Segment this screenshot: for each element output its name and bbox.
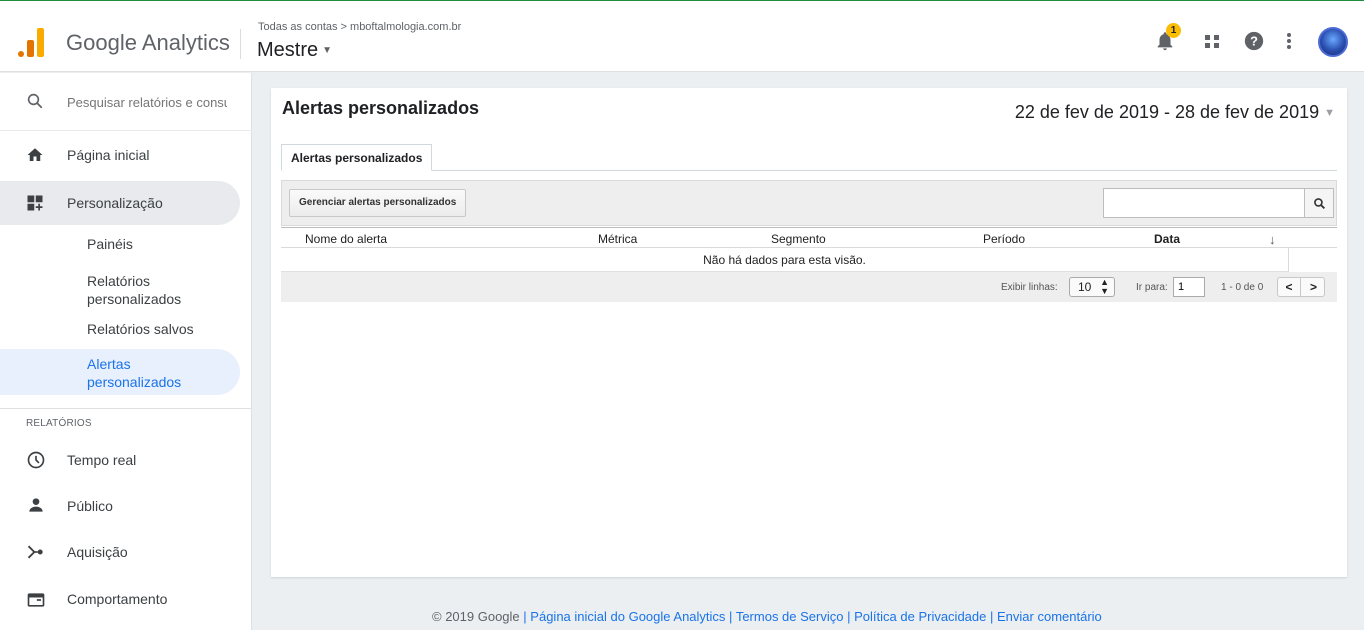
- sidebar-subitem-label: Relatórios salvos: [87, 321, 194, 337]
- sidebar-subitem-custom-reports[interactable]: Relatórios personalizados: [0, 269, 240, 311]
- left-sidebar: Página inicial Personalização Painéis Re…: [0, 73, 252, 630]
- account-avatar[interactable]: [1318, 27, 1348, 57]
- more-vert-icon: [1287, 33, 1291, 49]
- table-search-input[interactable]: [1103, 188, 1305, 218]
- notifications-button[interactable]: 1: [1154, 23, 1181, 55]
- tab-divider: [281, 170, 1337, 171]
- goto-page-label: Ir para:: [1136, 282, 1168, 293]
- help-button[interactable]: ?: [1243, 29, 1265, 55]
- rows-per-page-label: Exibir linhas:: [1001, 282, 1058, 293]
- footer-separator: |: [729, 609, 733, 624]
- sidebar-subitem-dashboards[interactable]: Painéis: [0, 229, 240, 257]
- sort-descending-icon[interactable]: ↓: [1269, 232, 1276, 247]
- customization-icon: [27, 195, 43, 211]
- sidebar-item-customization[interactable]: Personalização: [0, 181, 240, 225]
- sidebar-item-audience[interactable]: Público: [0, 489, 240, 523]
- view-name: Mestre: [257, 39, 319, 61]
- table-toolbar: Gerenciar alertas personalizados: [281, 180, 1337, 226]
- apps-button[interactable]: [1203, 29, 1223, 55]
- empty-table-message: Não há dados para esta visão.: [281, 248, 1288, 272]
- sidebar-item-label: Comportamento: [67, 591, 168, 607]
- sidebar-item-label: Tempo real: [67, 452, 137, 468]
- page-footer: © 2019 Google | Página inicial do Google…: [432, 609, 1102, 624]
- sidebar-divider: [0, 408, 252, 409]
- label-line1: Relatórios: [87, 273, 151, 289]
- acquisition-icon: [27, 545, 43, 559]
- sidebar-item-realtime[interactable]: Tempo real: [0, 443, 240, 477]
- copyright-text: © 2019 Google: [432, 609, 520, 624]
- search-icon: [1314, 198, 1326, 210]
- main-content-card: Alertas personalizados 22 de fev de 2019…: [271, 88, 1347, 577]
- sidebar-subitem-custom-alerts[interactable]: Alertas personalizados: [0, 349, 240, 395]
- sidebar-item-label: Público: [67, 498, 113, 514]
- sidebar-subitem-saved-reports[interactable]: Relatórios salvos: [0, 315, 240, 343]
- column-header-date[interactable]: Data: [1154, 232, 1180, 246]
- search-icon: [27, 93, 43, 109]
- rows-per-page-select[interactable]: 10 ▲ ▼: [1069, 277, 1115, 297]
- home-icon: [27, 148, 43, 161]
- footer-separator: |: [847, 609, 851, 624]
- footer-link-terms[interactable]: Termos de Serviço: [736, 609, 844, 624]
- sidebar-item-behavior[interactable]: Comportamento: [0, 583, 240, 617]
- top-header: Google Analytics Todas as contas > mboft…: [0, 0, 1364, 72]
- spinner-arrows-icon: ▲ ▼: [1100, 277, 1109, 296]
- svg-text:?: ?: [1250, 34, 1258, 49]
- rows-per-page-value: 10: [1078, 280, 1092, 294]
- search-input[interactable]: [67, 95, 227, 110]
- reports-section-label: RELATÓRIOS: [26, 418, 92, 429]
- brand-name[interactable]: Google Analytics: [66, 30, 230, 56]
- sidebar-item-home[interactable]: Página inicial: [0, 135, 240, 175]
- date-range-text: 22 de fev de 2019 - 28 de fev de 2019: [1014, 102, 1320, 122]
- table-search-button[interactable]: [1304, 188, 1334, 218]
- person-icon: [29, 498, 43, 512]
- column-header-segment[interactable]: Segmento: [771, 232, 826, 246]
- sidebar-item-acquisition[interactable]: Aquisição: [0, 535, 240, 569]
- column-divider: [1288, 248, 1289, 272]
- account-breadcrumb[interactable]: Todas as contas > mboftalmologia.com.br: [258, 21, 461, 33]
- sidebar-item-label: Personalização: [67, 195, 163, 211]
- label-line2: personalizados: [87, 291, 182, 307]
- pagination-range: 1 - 0 de 0: [1221, 282, 1264, 293]
- prev-page-button[interactable]: <: [1278, 278, 1301, 296]
- apps-grid-icon: [1205, 35, 1219, 48]
- footer-separator: |: [990, 609, 994, 624]
- tab-custom-alerts[interactable]: Alertas personalizados: [281, 144, 433, 171]
- clock-icon: [27, 451, 45, 469]
- analytics-logo-icon[interactable]: [18, 27, 46, 57]
- help-icon: ?: [1244, 31, 1264, 51]
- next-page-button[interactable]: >: [1302, 278, 1325, 296]
- sidebar-item-label: Página inicial: [67, 147, 150, 163]
- sidebar-subitem-label: Relatórios personalizados: [87, 272, 181, 308]
- column-header-period[interactable]: Período: [983, 232, 1025, 246]
- caret-down-icon: ▼: [322, 45, 333, 56]
- sidebar-search[interactable]: [0, 73, 252, 131]
- page-nav-buttons: < >: [1277, 277, 1325, 297]
- header-divider: [240, 29, 241, 59]
- sidebar-item-label: Aquisição: [67, 544, 128, 560]
- view-selector[interactable]: Mestre ▼: [257, 39, 332, 62]
- footer-separator: |: [523, 609, 527, 624]
- more-options-button[interactable]: [1283, 29, 1295, 55]
- sidebar-subitem-label: Painéis: [87, 236, 133, 252]
- page-title: Alertas personalizados: [282, 98, 480, 118]
- table-header: Nome do alerta Métrica Segmento Período …: [281, 227, 1337, 248]
- behavior-icon: [27, 593, 45, 607]
- notification-badge: 1: [1166, 23, 1181, 38]
- table-pagination: Exibir linhas: 10 ▲▼ Ir para: 1 - 0 de 0…: [281, 272, 1337, 302]
- sidebar-subitem-label: Alertas personalizados: [87, 355, 181, 391]
- footer-link-feedback[interactable]: Enviar comentário: [997, 609, 1102, 624]
- goto-page-input[interactable]: [1173, 277, 1205, 297]
- caret-down-icon: ▼: [1324, 107, 1335, 119]
- column-header-metric[interactable]: Métrica: [598, 232, 637, 246]
- label-line1: Alertas: [87, 356, 131, 372]
- label-line2: personalizados: [87, 374, 182, 390]
- column-header-alert-name[interactable]: Nome do alerta: [305, 232, 387, 246]
- footer-link-ga-home[interactable]: Página inicial do Google Analytics: [530, 609, 725, 624]
- footer-link-privacy[interactable]: Política de Privacidade: [854, 609, 986, 624]
- manage-alerts-button[interactable]: Gerenciar alertas personalizados: [289, 189, 467, 217]
- date-range-picker[interactable]: 22 de fev de 2019 - 28 de fev de 2019 ▼: [1015, 102, 1335, 123]
